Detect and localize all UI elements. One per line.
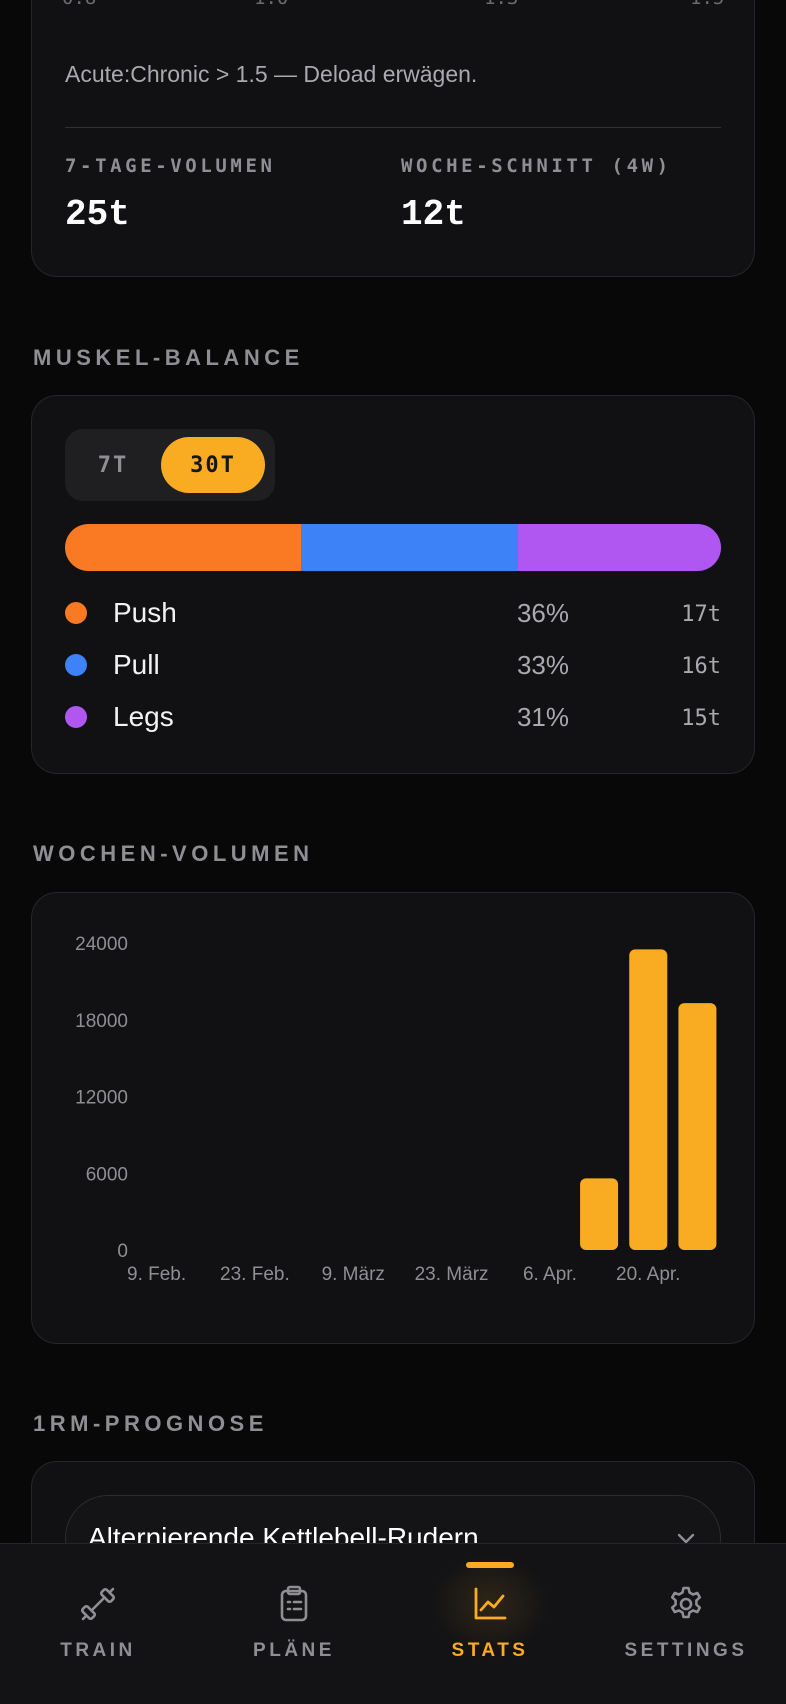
- y-tick-label: 12000: [75, 1088, 128, 1109]
- x-tick-label: 9. März: [322, 1264, 385, 1285]
- y-tick-label: 18000: [75, 1011, 128, 1032]
- scale-tick: 1.0: [254, 0, 288, 9]
- stat-label-7day-volume: 7-TAGE-VOLUMEN: [65, 155, 276, 177]
- muscle-balance-card: 7T 30T Push 36% 17t Pull 33% 16t Legs 31…: [31, 395, 755, 774]
- balance-segment-legs: [517, 524, 721, 571]
- push-color-dot: [65, 602, 87, 624]
- x-tick-label: 6. Apr.: [523, 1264, 577, 1285]
- deload-warning: Acute:Chronic > 1.5 — Deload erwägen.: [65, 61, 478, 87]
- range-30d-button[interactable]: 30T: [161, 437, 265, 493]
- section-title-weekly-volume: WOCHEN-VOLUMEN: [33, 841, 314, 866]
- weekly-volume-card: 0 6000 12000 18000 24000 9. Feb. 23. Feb. 9. Mä…: [31, 892, 755, 1344]
- weekly-volume-chart: 0 6000 12000 18000 24000 9. Feb. 23. Feb. 9. Mä…: [75, 934, 717, 1285]
- nav-label: PLÄNE: [253, 1640, 335, 1661]
- range-toggle: 7T 30T: [65, 429, 275, 501]
- section-title-1rm: 1RM-PROGNOSE: [33, 1411, 268, 1436]
- legend-volume: 16t: [681, 654, 721, 679]
- nav-item-plans[interactable]: PLÄNE: [196, 1544, 392, 1704]
- x-tick-label: 20. Apr.: [616, 1264, 680, 1285]
- legend-row-push: Push 36% 17t: [65, 593, 721, 633]
- divider: [65, 127, 721, 128]
- gear-icon: [670, 1586, 702, 1619]
- nav-item-settings[interactable]: SETTINGS: [588, 1544, 784, 1704]
- y-tick-label: 24000: [75, 934, 128, 955]
- active-indicator: [466, 1562, 514, 1568]
- balance-segment-push: [65, 524, 302, 571]
- nav-item-train[interactable]: TRAIN: [0, 1544, 196, 1704]
- x-tick-label: 9. Feb.: [127, 1264, 186, 1285]
- bottom-nav: TRAIN PLÄNE STATS SETTINGS: [0, 1543, 786, 1704]
- legs-color-dot: [65, 706, 87, 728]
- range-7d-button[interactable]: 7T: [73, 437, 153, 493]
- nav-item-stats[interactable]: STATS: [392, 1544, 588, 1704]
- nav-label: SETTINGS: [624, 1640, 748, 1661]
- stat-label-weekly-avg: WOCHE-SCHNITT (4W): [401, 155, 672, 177]
- legend-name: Pull: [113, 649, 160, 680]
- x-tick-label: 23. März: [415, 1264, 489, 1285]
- legend-row-pull: Pull 33% 16t: [65, 645, 721, 685]
- pull-color-dot: [65, 654, 87, 676]
- nav-label: STATS: [451, 1640, 529, 1661]
- load-card: 0.8 1.0 1.3 1.5 Acute:Chronic > 1.5 — De…: [31, 0, 755, 277]
- legend-name: Push: [113, 597, 177, 628]
- y-tick-label: 0: [117, 1241, 128, 1262]
- legend-row-legs: Legs 31% 15t: [65, 697, 721, 737]
- y-tick-label: 6000: [86, 1164, 128, 1185]
- balance-segment-pull: [301, 524, 518, 571]
- x-tick-label: 23. Feb.: [220, 1264, 290, 1285]
- dumbbell-icon: [80, 1587, 116, 1621]
- stat-value-weekly-avg: 12t: [401, 194, 466, 235]
- legend-percent: 33%: [516, 650, 569, 680]
- legend-volume: 17t: [681, 602, 721, 627]
- scale-tick: 1.5: [690, 0, 724, 9]
- volume-bar: [580, 1178, 619, 1250]
- legend-percent: 31%: [516, 702, 569, 732]
- scale-tick: 1.3: [484, 0, 518, 9]
- legend-percent: 36%: [516, 598, 569, 628]
- nav-label: TRAIN: [60, 1640, 136, 1661]
- volume-bar: [678, 1003, 717, 1250]
- balance-bar: [65, 524, 721, 571]
- chart-line-icon: [474, 1587, 507, 1620]
- legend-volume: 15t: [681, 706, 721, 731]
- stat-value-7day-volume: 25t: [65, 194, 130, 235]
- legend-name: Legs: [113, 701, 174, 732]
- volume-bar: [629, 949, 668, 1250]
- section-title-muscle-balance: MUSKEL-BALANCE: [33, 345, 304, 370]
- scale-tick: 0.8: [62, 0, 96, 9]
- clipboard-icon: [280, 1585, 308, 1622]
